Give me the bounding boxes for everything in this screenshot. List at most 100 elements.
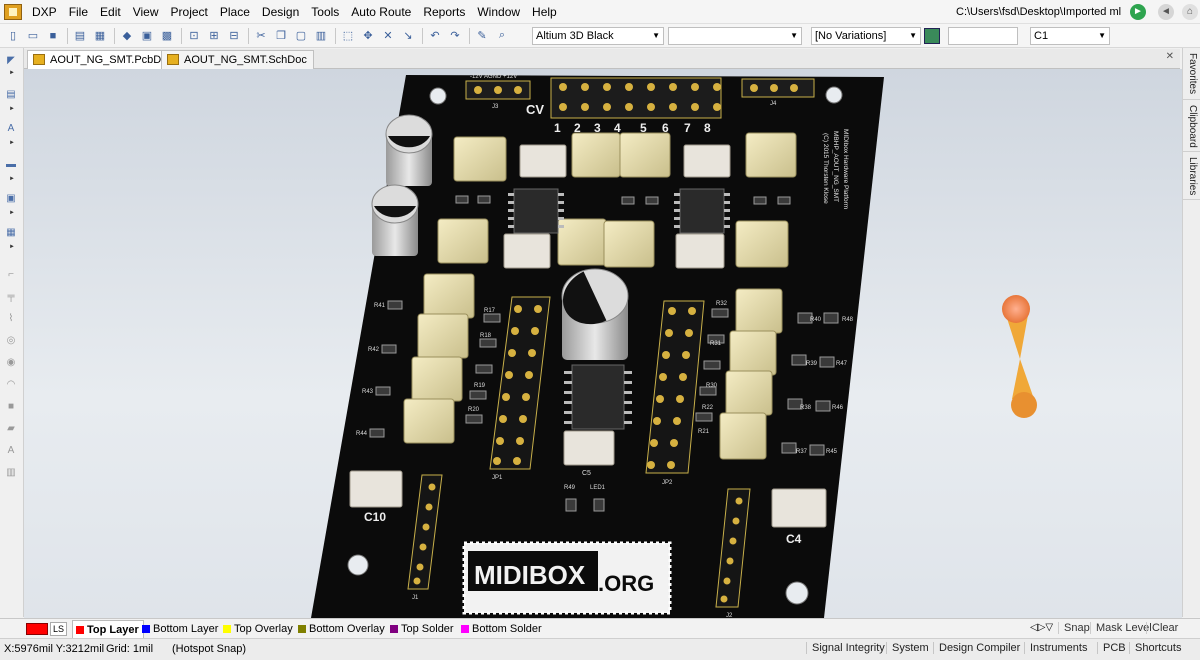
panel-pcb[interactable]: PCB (1097, 642, 1126, 654)
menu-reports[interactable]: Reports (417, 0, 471, 24)
variations-select[interactable]: [No Variations] ▼ (811, 27, 921, 45)
layer-tab-bottom-overlay[interactable]: Bottom Overlay (295, 620, 389, 638)
current-layer-swatch[interactable] (26, 623, 48, 635)
deselect-icon[interactable]: ✕ (379, 27, 397, 45)
label-led1: LED1 (590, 485, 606, 491)
layer-tab-top-overlay[interactable]: Top Overlay (220, 620, 297, 638)
zoom-selected-icon[interactable]: ⊟ (225, 27, 243, 45)
properties-icon[interactable]: ▤ (3, 88, 19, 102)
move-icon[interactable]: ✥ (359, 27, 377, 45)
interactive-route-icon[interactable]: ⌇ (3, 312, 19, 326)
copy-icon[interactable]: ❐ (272, 27, 290, 45)
mounting-hole (347, 554, 369, 576)
net-select[interactable] (948, 27, 1018, 45)
diff-pair-icon[interactable]: ╤ (3, 290, 19, 304)
document-path-field[interactable]: C:\Users\fsd\Desktop\Imported ml (954, 3, 1124, 21)
expand-arrow-icon[interactable]: ► (9, 244, 15, 250)
back-arrow-icon[interactable]: ◄ (1158, 4, 1174, 20)
layer-stack-icon[interactable]: ▣ (138, 27, 156, 45)
layer-icon[interactable]: ▣ (3, 192, 19, 206)
expand-arrow-icon[interactable]: ► (9, 70, 15, 76)
panel-signal-integrity[interactable]: Signal Integrity (806, 642, 885, 654)
menu-place[interactable]: Place (214, 0, 256, 24)
view-configuration-select[interactable]: Altium 3D Black ▼ (532, 27, 664, 45)
print-icon[interactable]: ▤ (71, 27, 89, 45)
c5-label: C5 (582, 470, 591, 477)
layer-tab-bottom-solder[interactable]: Bottom Solder (458, 620, 546, 638)
text-icon[interactable]: A (3, 444, 19, 458)
zoom-fit-icon[interactable]: ⊡ (185, 27, 203, 45)
cv-channel-1: 1 (554, 121, 561, 135)
grid-icon[interactable]: ▦ (3, 226, 19, 240)
variant-manager-icon[interactable] (924, 28, 940, 44)
menu-window[interactable]: Window (471, 0, 526, 24)
forward-arrow-icon[interactable]: ► (1130, 4, 1146, 20)
redo-icon[interactable]: ↷ (446, 27, 464, 45)
via-icon[interactable]: ◎ (3, 334, 19, 348)
pcb-3d-render[interactable]: -12V AGND +12V J3 CV 1 2 3 4 5 6 7 8 J4 (24, 69, 1182, 618)
snap-button[interactable]: Snap (1058, 622, 1090, 634)
panel-tab-clipboard[interactable]: Clipboard (1183, 102, 1200, 152)
menu-view[interactable]: View (127, 0, 165, 24)
pcb-icon[interactable]: ▩ (158, 27, 176, 45)
undo-icon[interactable]: ↶ (426, 27, 444, 45)
select-area-icon[interactable]: ⬚ (339, 27, 357, 45)
pcb-3d-viewport[interactable]: -12V AGND +12V J3 CV 1 2 3 4 5 6 7 8 J4 (24, 69, 1182, 618)
tab-schematic-document[interactable]: AOUT_NG_SMT.SchDoc (161, 50, 314, 69)
arc-icon[interactable]: ◠ (3, 378, 19, 392)
browse-component-icon[interactable]: ⌕ (493, 27, 511, 45)
expand-arrow-icon[interactable]: ► (9, 176, 15, 182)
schematic-document-icon (167, 54, 179, 65)
zoom-area-icon[interactable]: ⊞ (205, 27, 223, 45)
panel-system[interactable]: System (886, 642, 929, 654)
rubber-stamp-icon[interactable]: ▥ (312, 27, 330, 45)
panel-tab-libraries[interactable]: Libraries (1183, 154, 1200, 200)
expand-arrow-icon[interactable]: ► (9, 106, 15, 112)
pad-icon[interactable]: ◉ (3, 356, 19, 370)
panel-tab-favorites[interactable]: Favorites (1183, 48, 1200, 100)
menu-help[interactable]: Help (526, 0, 563, 24)
menu-file[interactable]: File (63, 0, 94, 24)
menu-auto-route[interactable]: Auto Route (345, 0, 417, 24)
route-icon[interactable]: ⌐ (3, 268, 19, 282)
layer-tab-top-layer[interactable]: Top Layer (72, 620, 144, 638)
array-icon[interactable]: ▥ (3, 466, 19, 480)
rule-icon[interactable]: ▬ (3, 158, 19, 172)
cut-icon[interactable]: ✂ (252, 27, 270, 45)
mask-level-button[interactable]: Mask Level (1090, 622, 1152, 634)
close-icon[interactable]: ✕ (1166, 51, 1174, 62)
menu-edit[interactable]: Edit (94, 0, 127, 24)
layer-tab-bottom-layer[interactable]: Bottom Layer (139, 620, 222, 638)
panel-instruments[interactable]: Instruments (1024, 642, 1087, 654)
dxp-logo-icon[interactable] (4, 3, 22, 20)
label-r30: R30 (706, 383, 718, 389)
open-folder-icon[interactable]: ▭ (24, 27, 42, 45)
align-icon[interactable]: A (3, 122, 19, 136)
clear-icon[interactable]: ↘ (399, 27, 417, 45)
chart-icon[interactable]: ◤ (3, 54, 19, 68)
label-r31: R31 (710, 341, 722, 347)
layer-sets-button[interactable]: LS (50, 622, 68, 636)
menu-tools[interactable]: Tools (305, 0, 345, 24)
filter-select[interactable]: ▼ (668, 27, 802, 45)
component-select[interactable]: C1 ▼ (1030, 27, 1110, 45)
home-icon[interactable]: ⌂ (1182, 4, 1198, 20)
clear-button[interactable]: Clear (1146, 622, 1178, 634)
menu-dxp[interactable]: DXP (26, 0, 63, 24)
menu-project[interactable]: Project (165, 0, 214, 24)
paste-icon[interactable]: ▢ (292, 27, 310, 45)
save-icon[interactable]: ■ (44, 27, 62, 45)
layer-tab-top-solder[interactable]: Top Solder (387, 620, 458, 638)
layer-scroll-icon[interactable]: ◁▷▽ (1030, 622, 1053, 633)
new-icon[interactable]: ▯ (4, 27, 22, 45)
menu-design[interactable]: Design (256, 0, 305, 24)
fill-icon[interactable]: ■ (3, 400, 19, 414)
expand-arrow-icon[interactable]: ► (9, 140, 15, 146)
panel-shortcuts[interactable]: Shortcuts (1129, 642, 1181, 654)
print-preview-icon[interactable]: ▦ (91, 27, 109, 45)
polygon-icon[interactable]: ▰ (3, 422, 19, 436)
3d-view-icon[interactable]: ◆ (118, 27, 136, 45)
cross-probe-icon[interactable]: ✎ (473, 27, 491, 45)
panel-design-compiler[interactable]: Design Compiler (933, 642, 1020, 654)
expand-arrow-icon[interactable]: ► (9, 210, 15, 216)
